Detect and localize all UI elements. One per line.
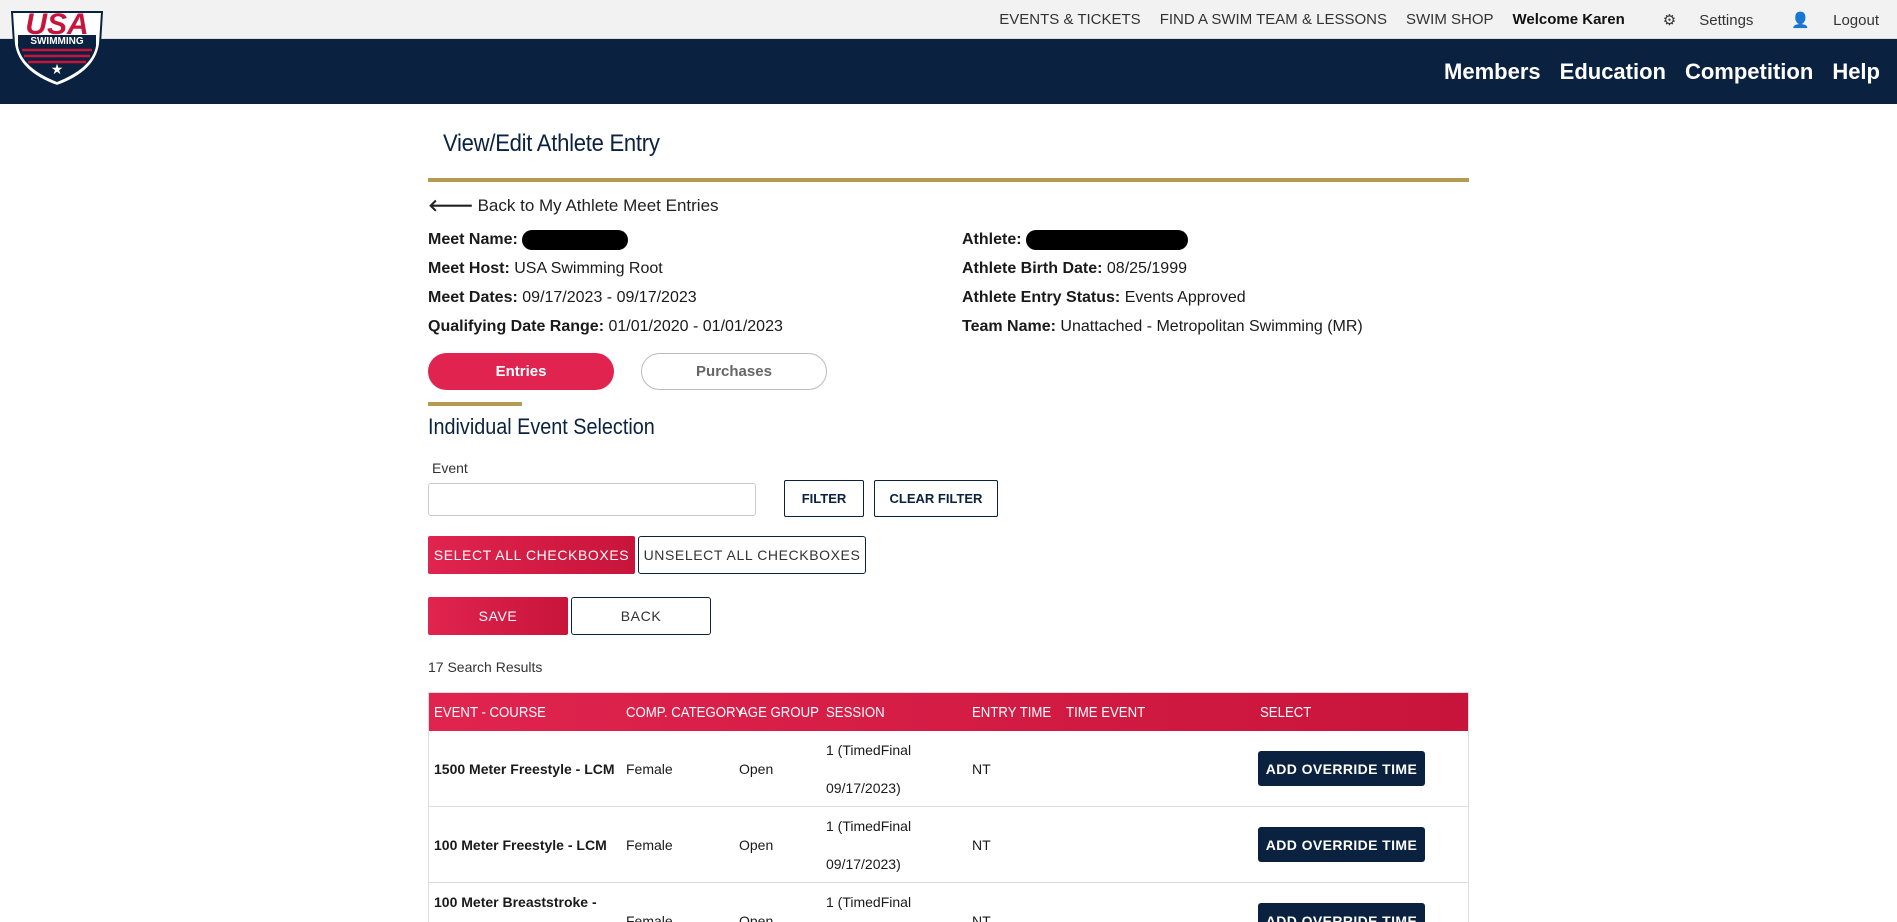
row-session-line2: 09/17/2023) [826, 780, 901, 796]
col-time-event[interactable]: TIME EVENT [1066, 704, 1145, 721]
row-session-line1: 1 (TimedFinal [826, 818, 912, 834]
athlete-info: Athlete: Athlete Birth Date: 08/25/1999 … [962, 225, 1363, 341]
qualifying-value: 01/01/2020 - 01/01/2023 [608, 318, 783, 335]
page-title: View/Edit Athlete Entry [443, 130, 660, 157]
logo-swimming: SWIMMING [30, 36, 84, 47]
svg-text:★: ★ [51, 61, 64, 77]
col-age-group[interactable]: AGE GROUP [739, 704, 819, 721]
row-event: 100 Meter Breaststroke - [434, 894, 597, 910]
col-event-course[interactable]: EVENT - COURSE [434, 704, 546, 721]
meet-dates-label: Meet Dates: [428, 289, 518, 306]
welcome-text: Welcome Karen [1512, 11, 1625, 28]
meet-host-value: USA Swimming Root [514, 260, 663, 277]
row-session-line1: 1 (TimedFinal [826, 742, 912, 758]
swim-shop-link[interactable]: SWIM SHOP [1406, 11, 1494, 28]
table-row: 100 Meter Breaststroke - Female Open 1 (… [429, 883, 1468, 922]
section-accent [428, 402, 522, 406]
select-all-checkboxes-button[interactable]: SELECT ALL CHECKBOXES [428, 536, 635, 574]
event-field-label: Event [432, 460, 468, 476]
add-override-time-button[interactable]: ADD OVERRIDE TIME [1258, 827, 1425, 862]
clear-filter-button[interactable]: CLEAR FILTER [874, 480, 998, 517]
row-entry-time: NT [972, 837, 991, 853]
row-category: Female [626, 913, 673, 922]
unselect-all-checkboxes-button[interactable]: UNSELECT ALL CHECKBOXES [638, 536, 866, 574]
nav-members[interactable]: Members [1444, 59, 1541, 85]
row-session: 1 (TimedFinal 09/17/2023) [826, 807, 911, 883]
results-count: 17 Search Results [428, 659, 543, 675]
settings-label: Settings [1699, 11, 1754, 29]
row-age-group: Open [739, 761, 774, 777]
arrow-left-icon: 🡐 [428, 196, 474, 215]
table-row: 1500 Meter Freestyle - LCM Female Open 1… [429, 731, 1468, 807]
event-filter-input[interactable] [428, 483, 756, 516]
row-category: Female [626, 761, 673, 777]
athlete-label: Athlete: [962, 231, 1022, 248]
usa-swimming-logo[interactable]: USA SWIMMING ★ [8, 4, 106, 88]
col-comp-category[interactable]: COMP. CATEGORY [626, 704, 744, 721]
section-title: Individual Event Selection [428, 414, 655, 439]
redacted-meet-name [522, 229, 629, 250]
back-button[interactable]: BACK [571, 597, 711, 635]
row-event: 100 Meter Freestyle - LCM [434, 837, 607, 853]
row-age-group: Open [739, 837, 774, 853]
meet-host-row: Meet Host: USA Swimming Root [428, 254, 783, 283]
row-entry-time: NT [972, 761, 991, 777]
meet-name-label: Meet Name: [428, 231, 518, 248]
redacted-athlete-name [1026, 229, 1189, 250]
settings-link[interactable]: ⚙ Settings [1644, 11, 1754, 29]
nav-help[interactable]: Help [1832, 59, 1880, 85]
birth-date-label: Athlete Birth Date: [962, 260, 1103, 277]
row-session-line1: 1 (TimedFinal [826, 894, 912, 910]
row-session-line2: 09/17/2023) [826, 856, 901, 872]
find-swim-team-link[interactable]: FIND A SWIM TEAM & LESSONS [1160, 11, 1387, 28]
filter-button[interactable]: FILTER [784, 480, 864, 517]
add-override-time-button[interactable]: ADD OVERRIDE TIME [1258, 903, 1425, 922]
nav-education[interactable]: Education [1560, 59, 1666, 85]
athlete-row: Athlete: [962, 225, 1363, 254]
utility-bar: EVENTS & TICKETS FIND A SWIM TEAM & LESS… [0, 0, 1897, 39]
team-label: Team Name: [962, 318, 1056, 335]
team-value: Unattached - Metropolitan Swimming (MR) [1060, 318, 1363, 335]
row-session: 1 (TimedFinal [826, 883, 911, 921]
row-category: Female [626, 837, 673, 853]
col-entry-time[interactable]: ENTRY TIME [972, 704, 1051, 721]
nav-competition[interactable]: Competition [1685, 59, 1813, 85]
col-session[interactable]: SESSION [826, 704, 885, 721]
gear-icon: ⚙ [1662, 11, 1677, 29]
entry-status-row: Athlete Entry Status: Events Approved [962, 283, 1363, 312]
title-divider [428, 178, 1469, 182]
meet-dates-row: Meet Dates: 09/17/2023 - 09/17/2023 [428, 283, 783, 312]
row-age-group: Open [739, 913, 774, 922]
back-to-entries-link[interactable]: 🡐 Back to My Athlete Meet Entries [428, 196, 719, 216]
user-icon: 👤 [1791, 11, 1811, 29]
qualifying-row: Qualifying Date Range: 01/01/2020 - 01/0… [428, 312, 783, 341]
table-header: EVENT - COURSE COMP. CATEGORY AGE GROUP … [429, 693, 1468, 731]
table-row: 100 Meter Freestyle - LCM Female Open 1 … [429, 807, 1468, 883]
row-entry-time: NT [972, 913, 991, 922]
events-tickets-link[interactable]: EVENTS & TICKETS [999, 11, 1140, 28]
birth-date-value: 08/25/1999 [1106, 260, 1187, 277]
meet-name-row: Meet Name: [428, 225, 783, 254]
birth-date-row: Athlete Birth Date: 08/25/1999 [962, 254, 1363, 283]
main-nav: Members Education Competition Help [0, 39, 1897, 104]
tab-purchases[interactable]: Purchases [641, 353, 827, 390]
qualifying-label: Qualifying Date Range: [428, 318, 605, 335]
team-row: Team Name: Unattached - Metropolitan Swi… [962, 312, 1363, 341]
col-select[interactable]: SELECT [1260, 704, 1311, 721]
meet-dates-value: 09/17/2023 - 09/17/2023 [522, 289, 697, 306]
row-event: 1500 Meter Freestyle - LCM [434, 761, 615, 777]
row-session: 1 (TimedFinal 09/17/2023) [826, 731, 911, 807]
back-link-label: Back to My Athlete Meet Entries [477, 196, 719, 215]
add-override-time-button[interactable]: ADD OVERRIDE TIME [1258, 751, 1425, 786]
meet-info: Meet Name: Meet Host: USA Swimming Root … [428, 225, 783, 341]
tab-entries[interactable]: Entries [428, 353, 614, 390]
entry-status-value: Events Approved [1124, 289, 1246, 306]
logout-link[interactable]: 👤 Logout [1772, 11, 1879, 29]
utility-links: EVENTS & TICKETS FIND A SWIM TEAM & LESS… [980, 0, 1879, 39]
meet-host-label: Meet Host: [428, 260, 510, 277]
events-table: EVENT - COURSE COMP. CATEGORY AGE GROUP … [428, 692, 1469, 922]
entry-status-label: Athlete Entry Status: [962, 289, 1121, 306]
save-button[interactable]: SAVE [428, 597, 568, 635]
logout-label: Logout [1833, 11, 1879, 29]
